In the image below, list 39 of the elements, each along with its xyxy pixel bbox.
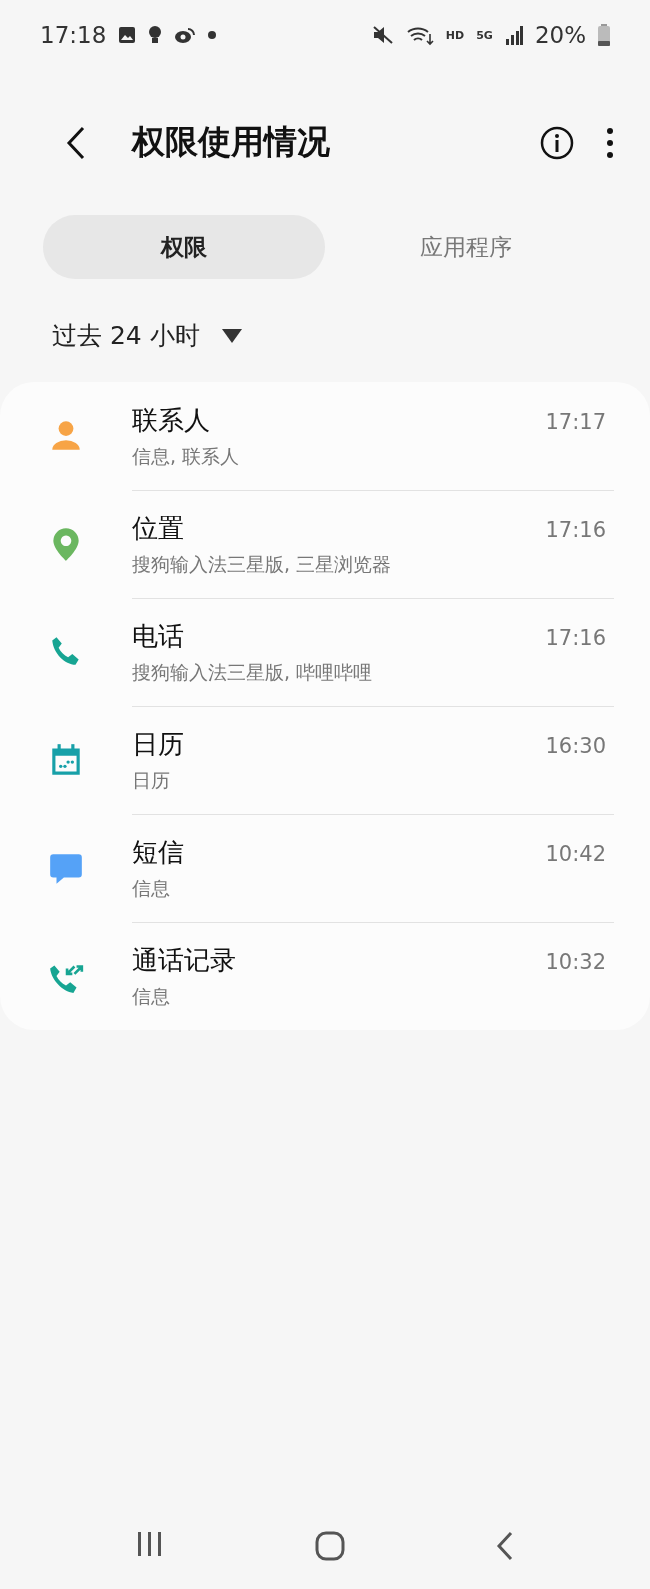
app-list: 信息, 联系人 <box>132 443 614 470</box>
image-icon <box>118 26 137 44</box>
back-icon <box>496 1531 515 1561</box>
last-used-time: 16:30 <box>545 734 606 758</box>
signal-icon <box>504 25 523 45</box>
permission-name[interactable]: 通话记录 <box>132 943 546 978</box>
network-label: 5G <box>476 28 493 42</box>
tab[interactable]: 权限 <box>43 215 325 279</box>
last-used-time: 17:17 <box>545 409 606 434</box>
permission-name[interactable]: 电话 <box>132 619 546 654</box>
bulb-icon <box>148 25 163 45</box>
permission-name[interactable]: 日历 <box>132 727 546 762</box>
recent-apps-icon <box>135 1531 164 1557</box>
permission-name[interactable]: 短信 <box>132 835 546 870</box>
last-used-time: 10:32 <box>545 950 606 974</box>
battery-icon <box>598 24 610 46</box>
app-list: 搜狗输入法三星版, 哔哩哔哩 <box>132 660 614 686</box>
info-icon <box>540 125 574 160</box>
more-options-icon <box>606 126 614 159</box>
app-list: 信息 <box>132 984 614 1010</box>
battery-percent: 20% <box>534 22 586 48</box>
tab[interactable]: 应用程序 <box>325 215 607 279</box>
home-icon <box>315 1531 345 1561</box>
app-list: 日历 <box>132 768 614 794</box>
app-list: 搜狗输入法三星版, 三星浏览器 <box>132 552 614 578</box>
eye-logo-icon <box>174 26 197 44</box>
page-title: 权限使用情况 <box>132 121 331 163</box>
dot-icon <box>208 31 217 39</box>
hd-label: HD <box>445 28 465 42</box>
last-used-time: 10:42 <box>545 842 606 866</box>
permission-name[interactable]: 位置 <box>132 511 546 546</box>
time-range-dropdown[interactable]: 过去 24 小时 <box>52 319 242 352</box>
last-used-time: 17:16 <box>545 626 606 650</box>
app-list: 信息 <box>132 876 614 902</box>
last-used-time: 17:16 <box>545 518 606 542</box>
mute-icon <box>371 25 394 45</box>
dropdown-caret-icon <box>221 328 242 343</box>
status-time: 17:18 <box>40 22 107 48</box>
permission-name[interactable]: 联系人 <box>132 402 546 438</box>
